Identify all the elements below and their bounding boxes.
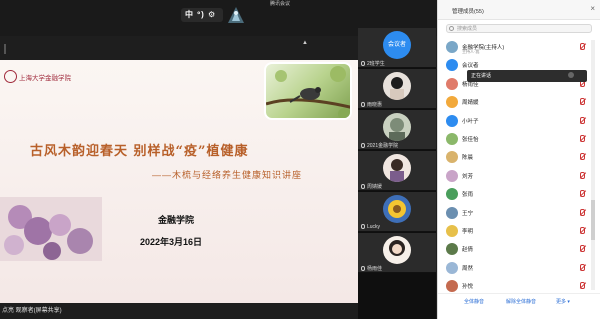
search-icon [449,26,454,31]
more-button[interactable]: 更多 ▾ [556,298,570,305]
tile-label: Lucky [361,224,380,230]
school-logo: 上海大学金融学院 [4,70,88,84]
avatar [446,151,458,164]
mic-muted-icon[interactable] [580,263,585,271]
window-title: 腾讯会议 [270,1,291,7]
mic-muted-icon[interactable] [580,43,585,50]
tile-label: 杨雨佳 [361,265,382,272]
slide-organizer: 金融学院 [158,215,195,225]
list-item[interactable]: 张佳怡 [438,130,600,148]
avatar: 会议者 [383,31,411,59]
avatar [446,224,458,237]
side-handle[interactable] [4,44,8,54]
mic-muted-icon[interactable] [580,190,585,198]
video-tile[interactable]: 杨雨佳 [358,233,436,273]
video-tile[interactable]: 会议者 2班学生 [358,28,436,68]
video-tile[interactable]: Lucky [358,192,436,232]
search-placeholder: 搜索成员 [457,26,478,32]
close-icon[interactable]: × [590,4,595,13]
mic-muted-icon[interactable] [580,226,585,234]
list-item[interactable]: 金融学院(主持人) 主持人·我 [438,38,600,56]
shared-slide: 上海大学金融学院 古风木韵迎春天 别样战“疫”植健康 ——木梳与经络养生健康知识… [0,60,360,303]
presenter-caption: 点亮 观察者(屏幕共享) [2,308,62,314]
avatar [446,96,458,109]
bird-logo-icon [228,7,244,23]
scrollbar[interactable] [591,40,595,290]
bird-photo [264,62,352,120]
avatar [446,77,458,90]
list-item[interactable]: 刘芳 [438,167,600,185]
avatar [383,72,411,100]
mic-icon [361,224,365,230]
list-item[interactable]: 赵倩 [438,240,600,258]
tile-label: 雨晓惠 [361,101,382,108]
mic-muted-icon[interactable] [580,245,585,253]
list-item[interactable]: 李明 [438,222,600,240]
avatar [446,132,458,145]
avatar [446,280,458,293]
avatar [446,59,458,72]
mic-muted-icon[interactable] [580,134,585,142]
avatar [446,188,458,201]
avatar [383,195,411,223]
meeting-window: 腾讯会议 中 º) ⚙ ▲ 上海大学金融学院 古风木韵迎春天 别样战“疫”植健康… [0,0,600,319]
mic-muted-icon[interactable] [580,282,585,290]
tile-label: 2021金融学院 [361,142,398,149]
mic-muted-icon[interactable] [580,153,585,161]
avatar [383,154,411,182]
search-input[interactable]: 搜索成员 [446,24,592,33]
meeting-code-badge: 中 º) ⚙ [181,8,223,22]
list-item[interactable]: 周婧媛 [438,93,600,111]
list-item[interactable]: 周然 [438,259,600,277]
list-item[interactable]: 陈晨 [438,148,600,166]
mic-icon [361,102,365,108]
participants-panel: 管理成员(55) × 搜索成员 金融学院(主持人) 主持人·我 会议者 杨雨佳 周… [437,0,600,319]
avatar [446,169,458,182]
flower-image [0,197,102,261]
avatar [446,206,458,219]
mic-icon [361,266,365,272]
school-seal-icon [4,70,17,83]
panel-title: 管理成员(55) [452,9,484,15]
mic-muted-icon[interactable] [580,116,585,124]
video-column: 会议者 2班学生 雨晓惠 2021金融学院 周婧媛 Lucky 杨雨佳 [358,28,436,319]
slide-date: 2022年3月16日 [140,237,203,247]
mic-muted-icon[interactable] [580,208,585,216]
scroll-thumb[interactable] [591,200,595,240]
list-item[interactable]: 张雨 [438,185,600,203]
mic-icon [361,143,365,149]
mic-icon [361,61,365,67]
panel-header: 管理成员(55) × [438,0,600,20]
mute-all-button[interactable]: 全体静音 [464,298,484,305]
list-item[interactable]: 王宁 [438,204,600,222]
list-item[interactable]: 小叶子 [438,112,600,130]
unmute-all-button[interactable]: 解除全体静音 [506,298,536,305]
avatar [446,114,458,127]
mic-muted-icon[interactable] [580,171,585,179]
slide-subtitle: ——木梳与经络养生健康知识讲座 [152,170,303,180]
collapse-arrow-icon[interactable]: ▲ [302,40,308,46]
mic-icon [361,184,365,190]
mic-muted-icon[interactable] [580,98,585,106]
tooltip-avatar [568,72,574,78]
video-tile[interactable]: 雨晓惠 [358,69,436,109]
slide-title: 古风木韵迎春天 别样战“疫”植健康 [30,144,249,159]
tile-label: 周婧媛 [361,183,382,190]
avatar [383,113,411,141]
avatar [446,243,458,256]
video-tile[interactable]: 2021金融学院 [358,110,436,150]
video-tile[interactable]: 周婧媛 [358,151,436,191]
avatar [446,41,458,53]
school-name: 上海大学金融学院 [19,75,71,82]
panel-footer: 全体静音 解除全体静音 更多 ▾ [438,293,600,307]
tile-label: 2班学生 [361,60,385,67]
avatar [446,261,458,274]
avatar [383,236,411,264]
